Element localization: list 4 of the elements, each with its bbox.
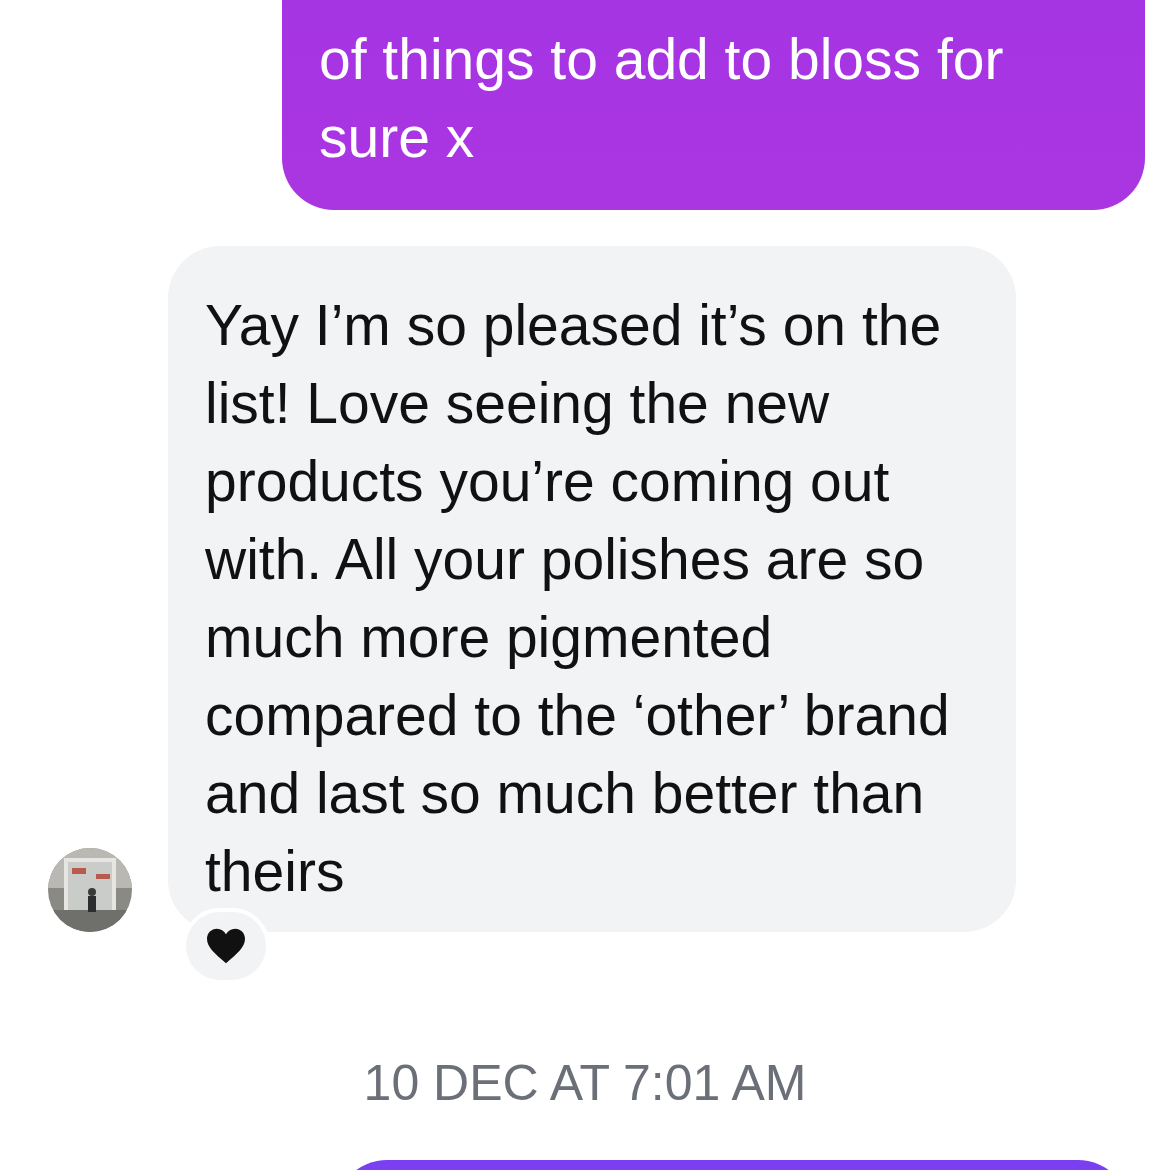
sent-message: of things to add to bloss for sure x xyxy=(282,0,1145,210)
heart-icon xyxy=(205,927,247,965)
received-message: Yay I’m so pleased it’s on the list! Love seeing the new products you’re coming out with. All your polishes are so much more pigmented compared to the ‘other’ brand and last so much better than theirs xyxy=(168,246,1016,932)
timestamp: 10 DEC AT 7:01 AM xyxy=(363,1054,807,1112)
